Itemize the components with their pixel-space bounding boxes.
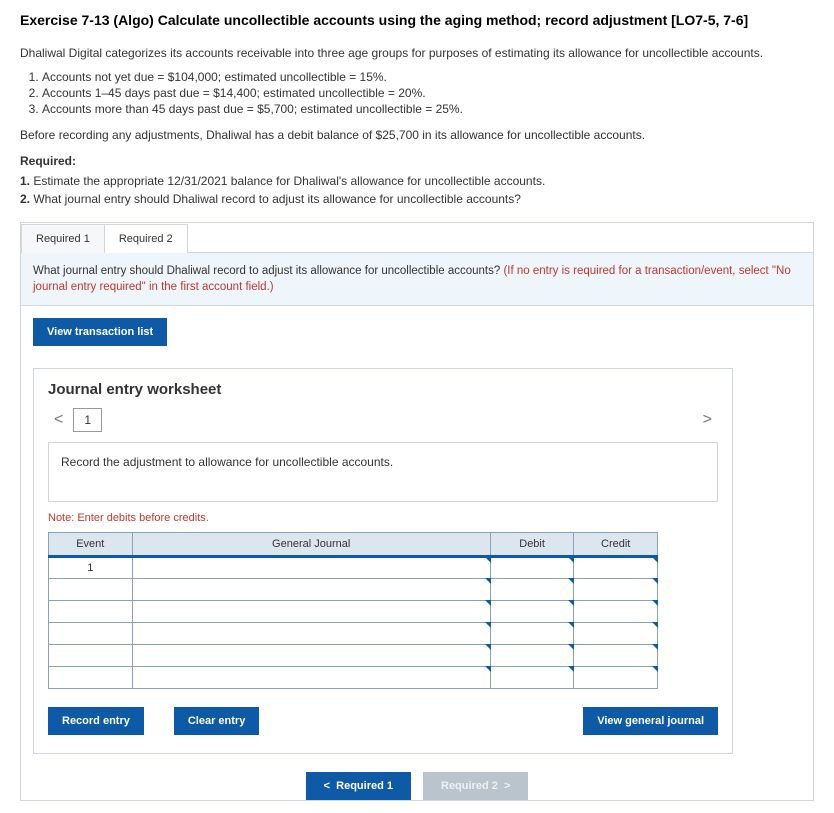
event-cell: 1 <box>49 557 133 579</box>
before-text: Before recording any adjustments, Dhaliw… <box>20 126 814 144</box>
instruction-main: What journal entry should Dhaliwal recor… <box>33 265 503 277</box>
col-debit: Debit <box>490 533 574 557</box>
event-cell <box>49 623 133 645</box>
prev-required-button[interactable]: < Required 1 <box>306 772 411 800</box>
step-indicator[interactable]: 1 <box>73 408 102 432</box>
chevron-right-icon: > <box>504 780 510 792</box>
credit-cell[interactable] <box>574 667 658 689</box>
debit-cell[interactable] <box>490 557 574 579</box>
worksheet-nav: < 1 > <box>48 408 718 432</box>
journal-entry-worksheet: Journal entry worksheet < 1 > Record the… <box>33 368 733 754</box>
table-row: 1 <box>49 557 658 579</box>
debits-credits-note: Note: Enter debits before credits. <box>48 512 718 524</box>
tab-required-2[interactable]: Required 2 <box>104 224 188 253</box>
table-row <box>49 667 658 689</box>
event-cell <box>49 645 133 667</box>
view-general-journal-button[interactable]: View general journal <box>583 707 718 735</box>
next-required-button: Required 2 > <box>423 772 528 800</box>
debit-cell[interactable] <box>490 623 574 645</box>
debit-cell[interactable] <box>490 601 574 623</box>
nav-buttons: < Required 1 Required 2 > <box>21 772 813 800</box>
table-row <box>49 579 658 601</box>
debit-cell[interactable] <box>490 667 574 689</box>
list-item: Accounts not yet due = $104,000; estimat… <box>42 70 814 84</box>
intro-text: Dhaliwal Digital categorizes its account… <box>20 44 814 62</box>
chevron-left-icon[interactable]: < <box>48 411 69 429</box>
table-row <box>49 623 658 645</box>
record-entry-button[interactable]: Record entry <box>48 707 144 735</box>
credit-cell[interactable] <box>574 579 658 601</box>
record-instruction-box: Record the adjustment to allowance for u… <box>48 442 718 502</box>
chevron-left-icon: < <box>324 780 330 792</box>
list-item: Accounts more than 45 days past due = $5… <box>42 102 814 116</box>
credit-cell[interactable] <box>574 557 658 579</box>
table-row <box>49 645 658 667</box>
account-cell[interactable] <box>132 557 490 579</box>
event-cell <box>49 579 133 601</box>
tabs-row: Required 1 Required 2 <box>21 223 813 252</box>
journal-entry-table: Event General Journal Debit Credit 1 <box>48 532 658 689</box>
required-item: Estimate the appropriate 12/31/2021 bala… <box>33 174 545 188</box>
list-item: Accounts 1–45 days past due = $14,400; e… <box>42 86 814 100</box>
view-transaction-list-button[interactable]: View transaction list <box>33 318 167 346</box>
required-label: Required: <box>20 152 814 170</box>
event-cell <box>49 601 133 623</box>
col-event: Event <box>49 533 133 557</box>
prev-label: Required 1 <box>336 780 393 792</box>
account-cell[interactable] <box>132 601 490 623</box>
next-label: Required 2 <box>441 780 498 792</box>
credit-cell[interactable] <box>574 601 658 623</box>
worksheet-button-row: Record entry Clear entry View general jo… <box>48 707 718 735</box>
record-instruction: Record the adjustment to allowance for u… <box>61 455 393 469</box>
debit-cell[interactable] <box>490 645 574 667</box>
credit-cell[interactable] <box>574 623 658 645</box>
tab-required-1[interactable]: Required 1 <box>21 224 105 253</box>
event-cell <box>49 667 133 689</box>
required-list: 1. Estimate the appropriate 12/31/2021 b… <box>20 172 814 208</box>
required-item: What journal entry should Dhaliwal recor… <box>33 192 521 206</box>
account-cell[interactable] <box>132 645 490 667</box>
main-panel: Required 1 Required 2 What journal entry… <box>20 222 814 801</box>
table-row <box>49 601 658 623</box>
col-general-journal: General Journal <box>132 533 490 557</box>
account-cell[interactable] <box>132 623 490 645</box>
exercise-title: Exercise 7-13 (Algo) Calculate uncollect… <box>20 12 814 28</box>
debit-cell[interactable] <box>490 579 574 601</box>
credit-cell[interactable] <box>574 645 658 667</box>
age-groups-list: Accounts not yet due = $104,000; estimat… <box>42 70 814 116</box>
worksheet-title: Journal entry worksheet <box>48 381 718 398</box>
instruction-bar: What journal entry should Dhaliwal recor… <box>21 252 813 306</box>
chevron-right-icon[interactable]: > <box>697 411 718 429</box>
col-credit: Credit <box>574 533 658 557</box>
clear-entry-button[interactable]: Clear entry <box>174 707 259 735</box>
account-cell[interactable] <box>132 579 490 601</box>
account-cell[interactable] <box>132 667 490 689</box>
